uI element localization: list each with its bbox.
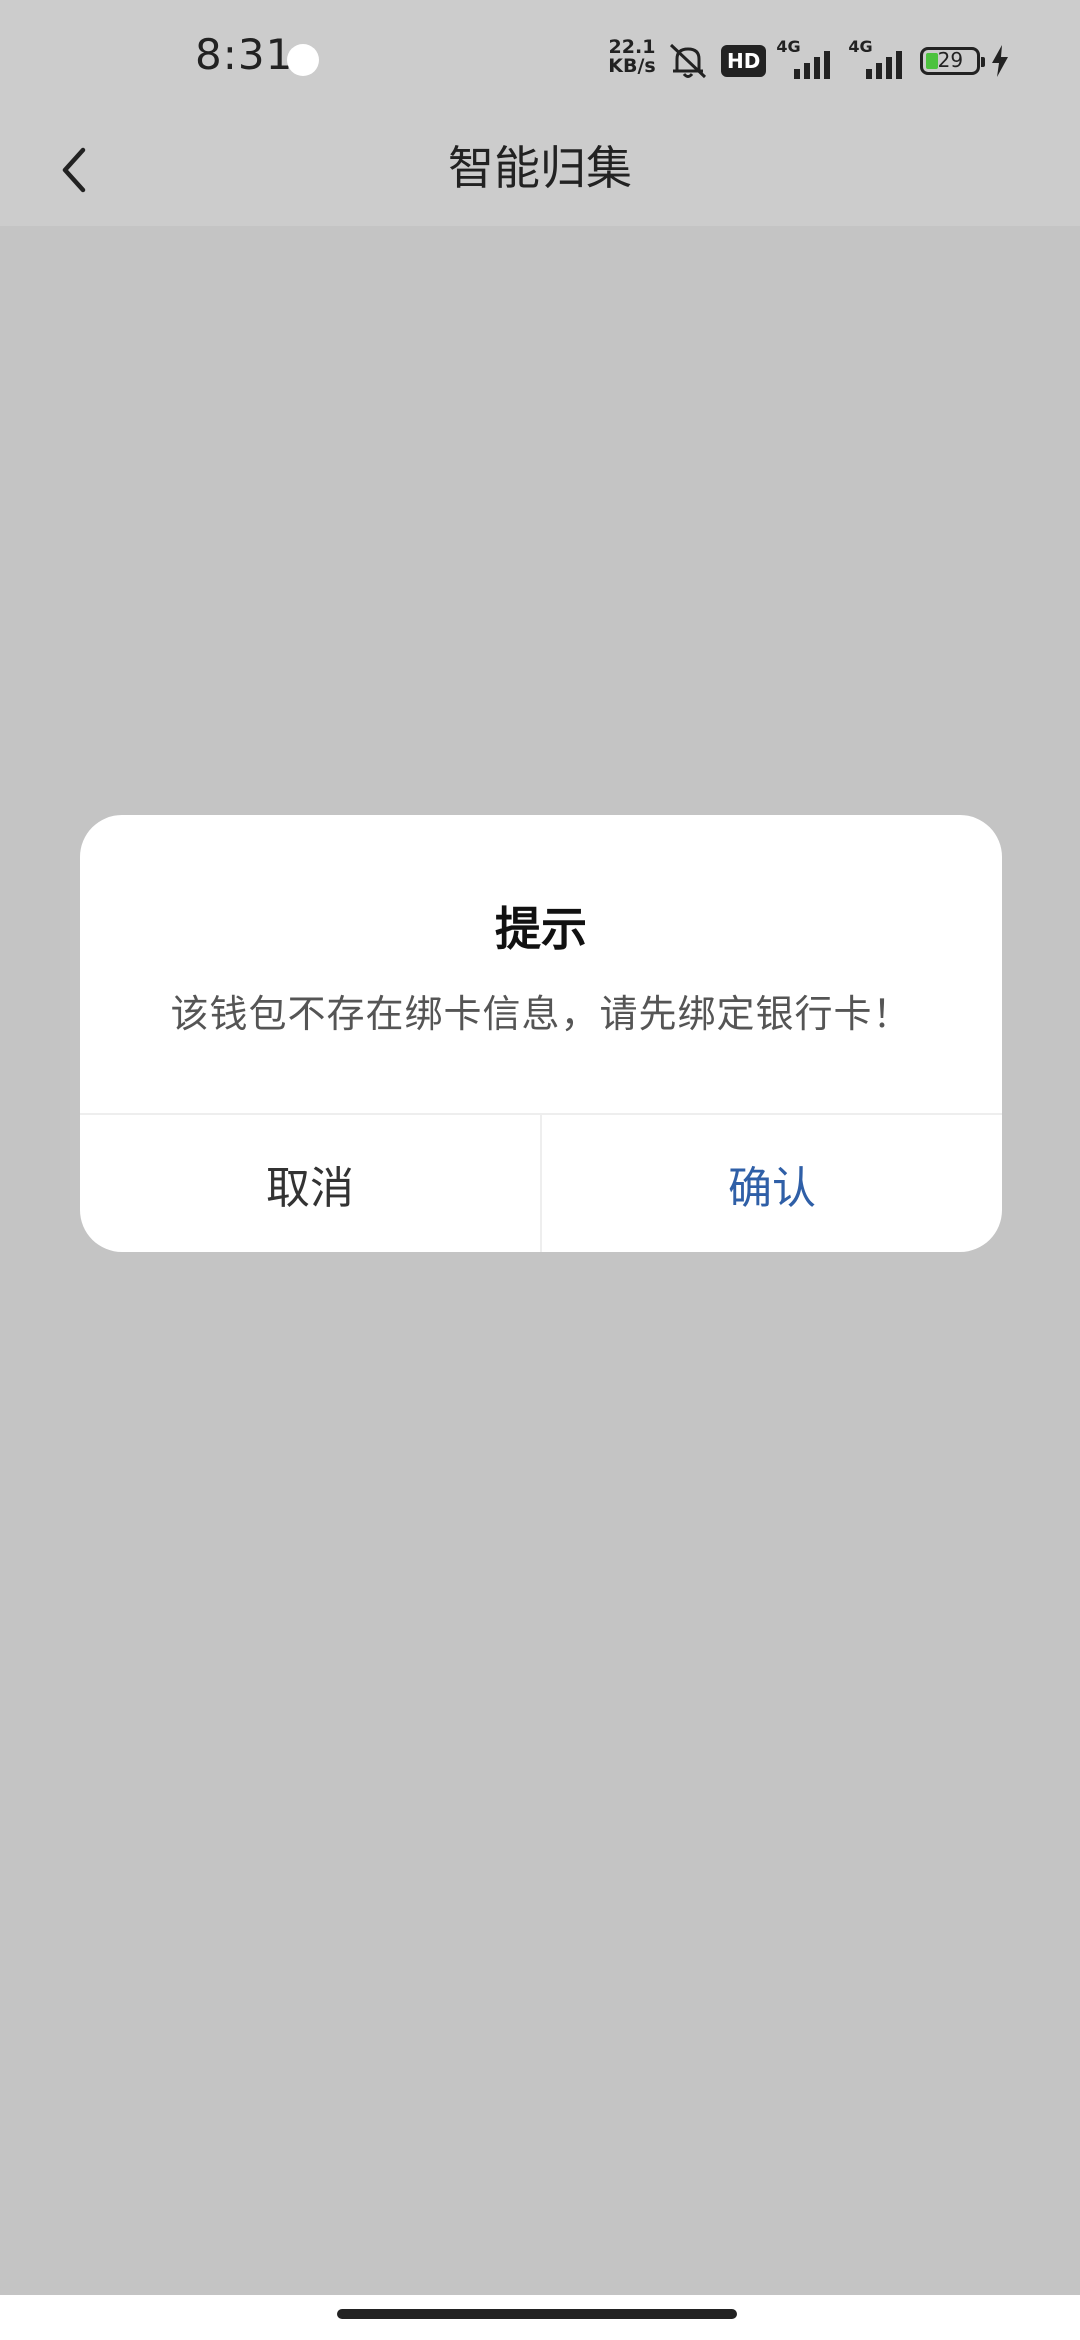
- home-indicator[interactable]: [337, 2309, 737, 2319]
- dialog-title: 提示: [495, 902, 587, 956]
- charging-bolt-icon: [992, 45, 1009, 77]
- page-title: 智能归集: [448, 141, 632, 195]
- status-bar: 8:31 22.1 KB/s HD 4G 4G 29: [0, 0, 1080, 120]
- mute-bell-icon: [669, 43, 707, 79]
- network-speed-unit: KB/s: [608, 55, 656, 77]
- battery-cap: [981, 57, 986, 67]
- confirm-button[interactable]: 确认: [542, 1115, 1002, 1252]
- battery-level: 29: [937, 48, 964, 72]
- header: 智能归集: [0, 120, 1080, 226]
- dialog-message: 该钱包不存在绑卡信息，请先绑定银行卡！: [170, 992, 912, 1036]
- status-time: 8:31: [195, 30, 294, 79]
- cancel-button[interactable]: 取消: [80, 1115, 540, 1252]
- hd-voice-badge: HD: [721, 45, 767, 77]
- signal-strength-2-icon: 4G: [848, 37, 910, 83]
- gesture-bar: [0, 2295, 1080, 2340]
- signal-strength-1-icon: 4G: [776, 37, 838, 83]
- network-speed: 22.1 KB/s: [606, 38, 658, 76]
- status-icons: HD 4G 4G 29: [665, 37, 1010, 84]
- battery-icon: 29: [920, 47, 986, 75]
- notification-dot-icon: [287, 44, 319, 76]
- alert-dialog: 提示 该钱包不存在绑卡信息，请先绑定银行卡！ 取消 确认: [80, 815, 1002, 1252]
